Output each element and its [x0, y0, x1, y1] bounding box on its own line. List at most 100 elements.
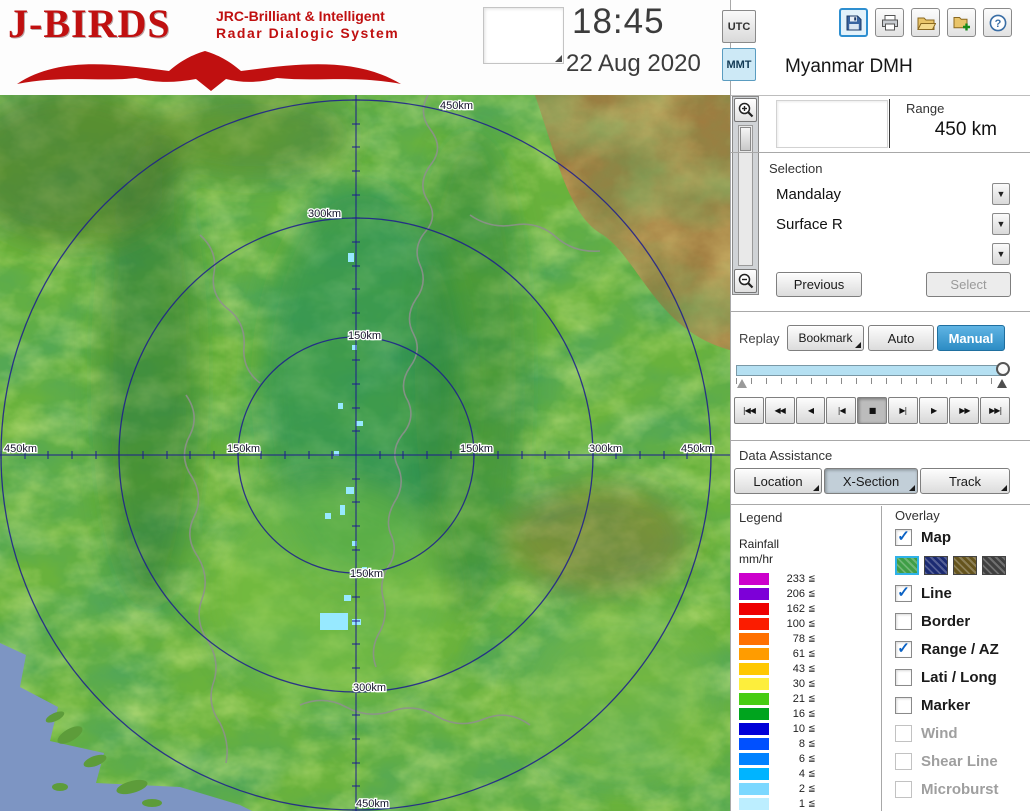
overlay-wind[interactable]: Wind — [895, 719, 1030, 747]
legend-value: 21 — [792, 692, 805, 705]
overlay-marker[interactable]: Marker — [895, 691, 1030, 719]
checkbox-lati-long[interactable] — [895, 668, 912, 686]
legend-value: 2 — [798, 782, 805, 795]
slider-position-marker[interactable] — [997, 379, 1007, 388]
map-style-swatch-2[interactable] — [924, 555, 948, 575]
option-dropdown-arrow[interactable]: ▼ — [992, 243, 1010, 265]
overlay-range-az[interactable]: ✓ Range / AZ — [895, 635, 1030, 663]
product-dropdown[interactable]: Surface R ▼ — [776, 211, 1010, 237]
overlay-label: Range / AZ — [921, 640, 999, 658]
checkbox-range-az[interactable]: ✓ — [895, 640, 912, 658]
mmt-button[interactable]: MMT — [722, 48, 756, 81]
manual-button[interactable]: Manual — [937, 325, 1005, 351]
legend-item: 21 ≦ — [739, 691, 881, 706]
radar-map-canvas[interactable]: 450km 300km 150km 150km 300km 450km 450km 150km… — [0, 85, 730, 811]
open-button[interactable] — [911, 8, 940, 37]
track-button[interactable]: Track — [920, 468, 1010, 494]
svg-text:450km: 450km — [681, 443, 714, 455]
auto-button[interactable]: Auto — [868, 325, 934, 351]
legend-color-swatch — [739, 752, 769, 765]
overlay-label: Map — [921, 528, 951, 546]
folder-plus-icon — [953, 16, 970, 30]
overlay-lati-long[interactable]: Lati / Long — [895, 663, 1030, 691]
checkbox-microburst[interactable] — [895, 780, 912, 798]
svg-text:300km: 300km — [353, 682, 386, 694]
checkbox-map[interactable]: ✓ — [895, 528, 912, 546]
station-dropdown[interactable]: Mandalay ▼ — [776, 181, 1010, 207]
legend-comparator: ≦ — [808, 768, 816, 778]
select-button[interactable]: Select — [926, 272, 1011, 297]
legend-color-swatch — [739, 647, 769, 660]
radar-map[interactable]: 450km 300km 150km 150km 300km 450km 450km 150km… — [0, 85, 730, 811]
legend-color-swatch — [739, 662, 769, 675]
playback-fast-rewind[interactable]: ◀◀ — [764, 397, 795, 424]
playback-step-forward[interactable]: ▶| — [887, 397, 918, 424]
logo-subtitle-1: JRC-Brilliant & Intelligent — [216, 8, 385, 24]
replay-slider-track[interactable] — [736, 365, 1006, 376]
checkbox-shear-line[interactable] — [895, 752, 912, 770]
logo-subtitles: JRC-Brilliant & Intelligent Radar Dialog… — [216, 8, 406, 42]
station-name: Myanmar DMH — [785, 56, 913, 77]
legend-comparator: ≦ — [808, 738, 816, 748]
help-button[interactable]: ? — [983, 8, 1012, 37]
playback-play[interactable]: ▶ — [918, 397, 949, 424]
replay-slider-handle[interactable] — [996, 362, 1010, 376]
checkbox-wind[interactable] — [895, 724, 912, 742]
timezone-toggle: UTC MMT — [722, 10, 758, 86]
legend-value: 78 — [792, 632, 805, 645]
checkbox-line[interactable]: ✓ — [895, 584, 912, 602]
playback-step-back[interactable]: |◀ — [826, 397, 857, 424]
location-button[interactable]: Location — [734, 468, 822, 494]
map-style-swatch-4[interactable] — [982, 555, 1006, 575]
replay-slider[interactable] — [736, 362, 1010, 391]
save-button[interactable] — [839, 8, 868, 37]
legend-value: 100 — [786, 617, 805, 630]
svg-text:150km: 150km — [227, 443, 260, 455]
overlay-microburst[interactable]: Microburst — [895, 775, 1030, 803]
legend-value: 16 — [792, 707, 805, 720]
checkbox-marker[interactable] — [895, 696, 912, 714]
legend-comparator: ≦ — [808, 678, 816, 688]
playback-fast-forward[interactable]: ▶▶ — [949, 397, 980, 424]
logo-subtitle-2: Radar Dialogic System — [216, 25, 400, 41]
overlay-label: Border — [921, 612, 971, 630]
legend-column: Legend Rainfall mm/hr 233 ≦ 206 ≦ 162 ≦ 100 ≦ 78… — [731, 506, 881, 811]
station-dropdown-value[interactable]: Mandalay — [776, 186, 992, 203]
checkbox-border[interactable] — [895, 612, 912, 630]
station-dropdown-arrow[interactable]: ▼ — [992, 183, 1010, 205]
print-button[interactable] — [875, 8, 904, 37]
playback-stop[interactable]: ■ — [857, 397, 887, 424]
legend-value: 10 — [792, 722, 805, 735]
product-dropdown-arrow[interactable]: ▼ — [992, 213, 1010, 235]
svg-text:450km: 450km — [356, 798, 389, 810]
option-dropdown[interactable]: ▼ — [776, 241, 1010, 267]
svg-text:150km: 150km — [350, 568, 383, 580]
legend-comparator: ≦ — [808, 693, 816, 703]
utc-button[interactable]: UTC — [722, 10, 756, 43]
legend-item: 78 ≦ — [739, 631, 881, 646]
overlay-label: Line — [921, 584, 952, 602]
bookmark-button[interactable]: Bookmark — [787, 325, 864, 351]
legend-comparator: ≦ — [808, 633, 816, 643]
legend-color-swatch — [739, 797, 769, 810]
playback-play-reverse[interactable]: ◀ — [795, 397, 826, 424]
svg-text:450km: 450km — [440, 100, 473, 112]
map-style-swatch-3[interactable] — [953, 555, 977, 575]
overlay-line[interactable]: ✓ Line — [895, 579, 1030, 607]
import-button[interactable] — [947, 8, 976, 37]
xsection-button[interactable]: X-Section — [824, 468, 918, 494]
product-dropdown-value[interactable]: Surface R — [776, 216, 992, 233]
overlay-map[interactable]: ✓ Map — [895, 523, 1030, 551]
playback-first[interactable]: |◀◀ — [734, 397, 764, 424]
legend-item: 43 ≦ — [739, 661, 881, 676]
selection-label: Selection — [769, 161, 823, 176]
map-style-swatch-1[interactable] — [895, 555, 919, 575]
playback-last[interactable]: ▶▶| — [980, 397, 1011, 424]
overlay-shear-line[interactable]: Shear Line — [895, 747, 1030, 775]
legend-item: 61 ≦ — [739, 646, 881, 661]
legend-value: 162 — [786, 602, 805, 615]
overlay-border[interactable]: Border — [895, 607, 1030, 635]
previous-button[interactable]: Previous — [776, 272, 862, 297]
legend-value: 233 — [786, 572, 805, 585]
legend-value: 8 — [798, 737, 805, 750]
